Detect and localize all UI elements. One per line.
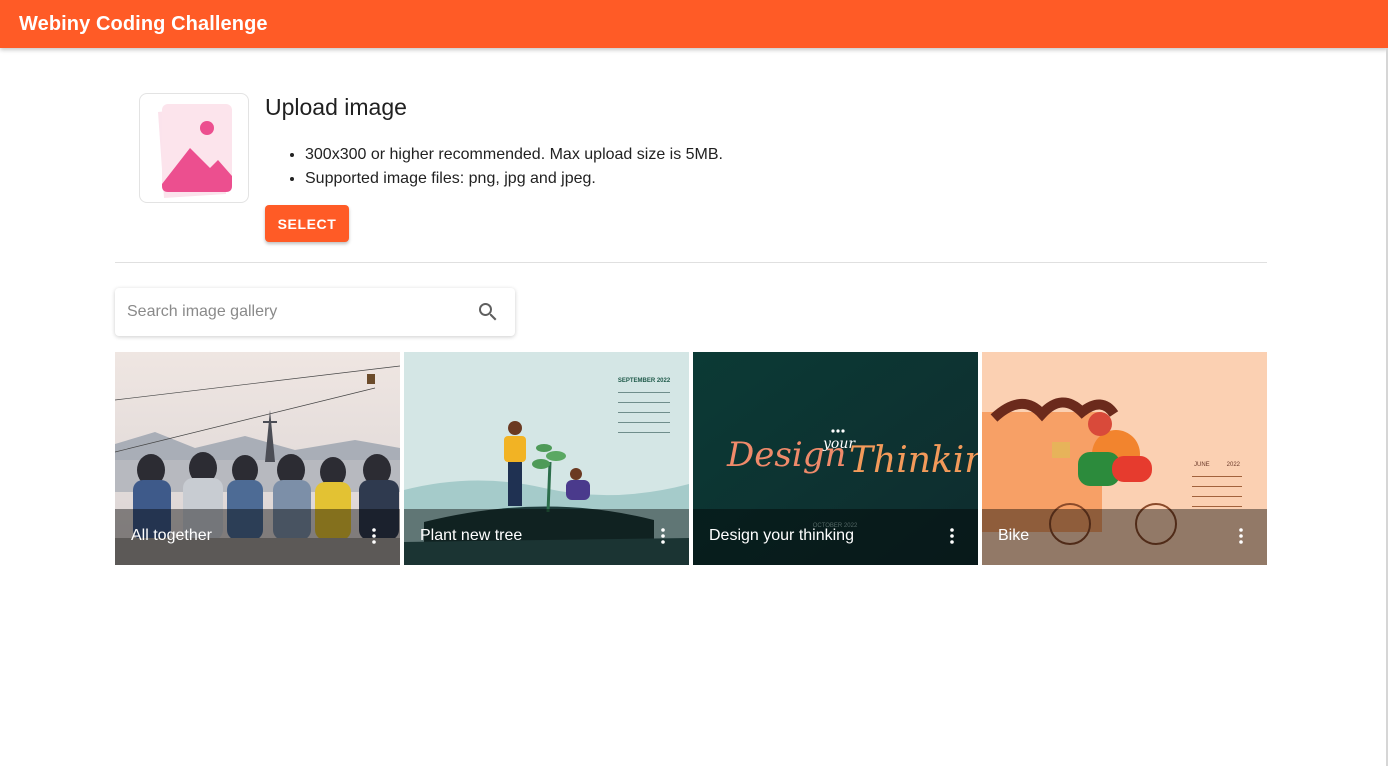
upload-hints: 300x300 or higher recommended. Max uploa… xyxy=(305,143,723,191)
search-icon[interactable] xyxy=(476,300,500,324)
upload-hint-size: 300x300 or higher recommended. Max uploa… xyxy=(305,143,723,167)
app-title: Webiny Coding Challenge xyxy=(19,12,268,35)
more-vert-icon[interactable] xyxy=(1229,524,1253,548)
card-title: Plant new tree xyxy=(420,527,523,544)
upload-hint-types: Supported image files: png, jpg and jpeg… xyxy=(305,167,723,191)
artwork-text: 2022 xyxy=(1227,462,1241,468)
card-title: All together xyxy=(131,527,212,544)
upload-title: Upload image xyxy=(265,94,407,120)
artwork-text: SEPTEMBER 2022 xyxy=(618,378,671,384)
more-vert-icon[interactable] xyxy=(362,524,386,548)
card-title: Design your thinking xyxy=(709,527,854,544)
more-vert-icon[interactable] xyxy=(940,524,964,548)
image-placeholder-icon xyxy=(139,93,249,203)
divider xyxy=(115,262,1267,263)
select-button[interactable]: SELECT xyxy=(265,205,349,242)
gallery-card[interactable]: Design your Thinking OCTOBER 2022 Design… xyxy=(693,352,978,565)
artwork-text: JUNE xyxy=(1194,462,1210,468)
gallery-card[interactable]: All together xyxy=(115,352,400,565)
search-box xyxy=(115,288,515,336)
more-vert-icon[interactable] xyxy=(651,524,675,548)
gallery-card[interactable]: SEPTEMBER 2022 Plant new tree xyxy=(404,352,689,565)
artwork-text: Thinking xyxy=(849,440,978,481)
gallery-card[interactable]: JUNE 2022 Bike xyxy=(982,352,1267,565)
search-input[interactable] xyxy=(127,300,467,324)
app-bar: Webiny Coding Challenge xyxy=(0,0,1388,48)
card-title: Bike xyxy=(998,527,1030,544)
